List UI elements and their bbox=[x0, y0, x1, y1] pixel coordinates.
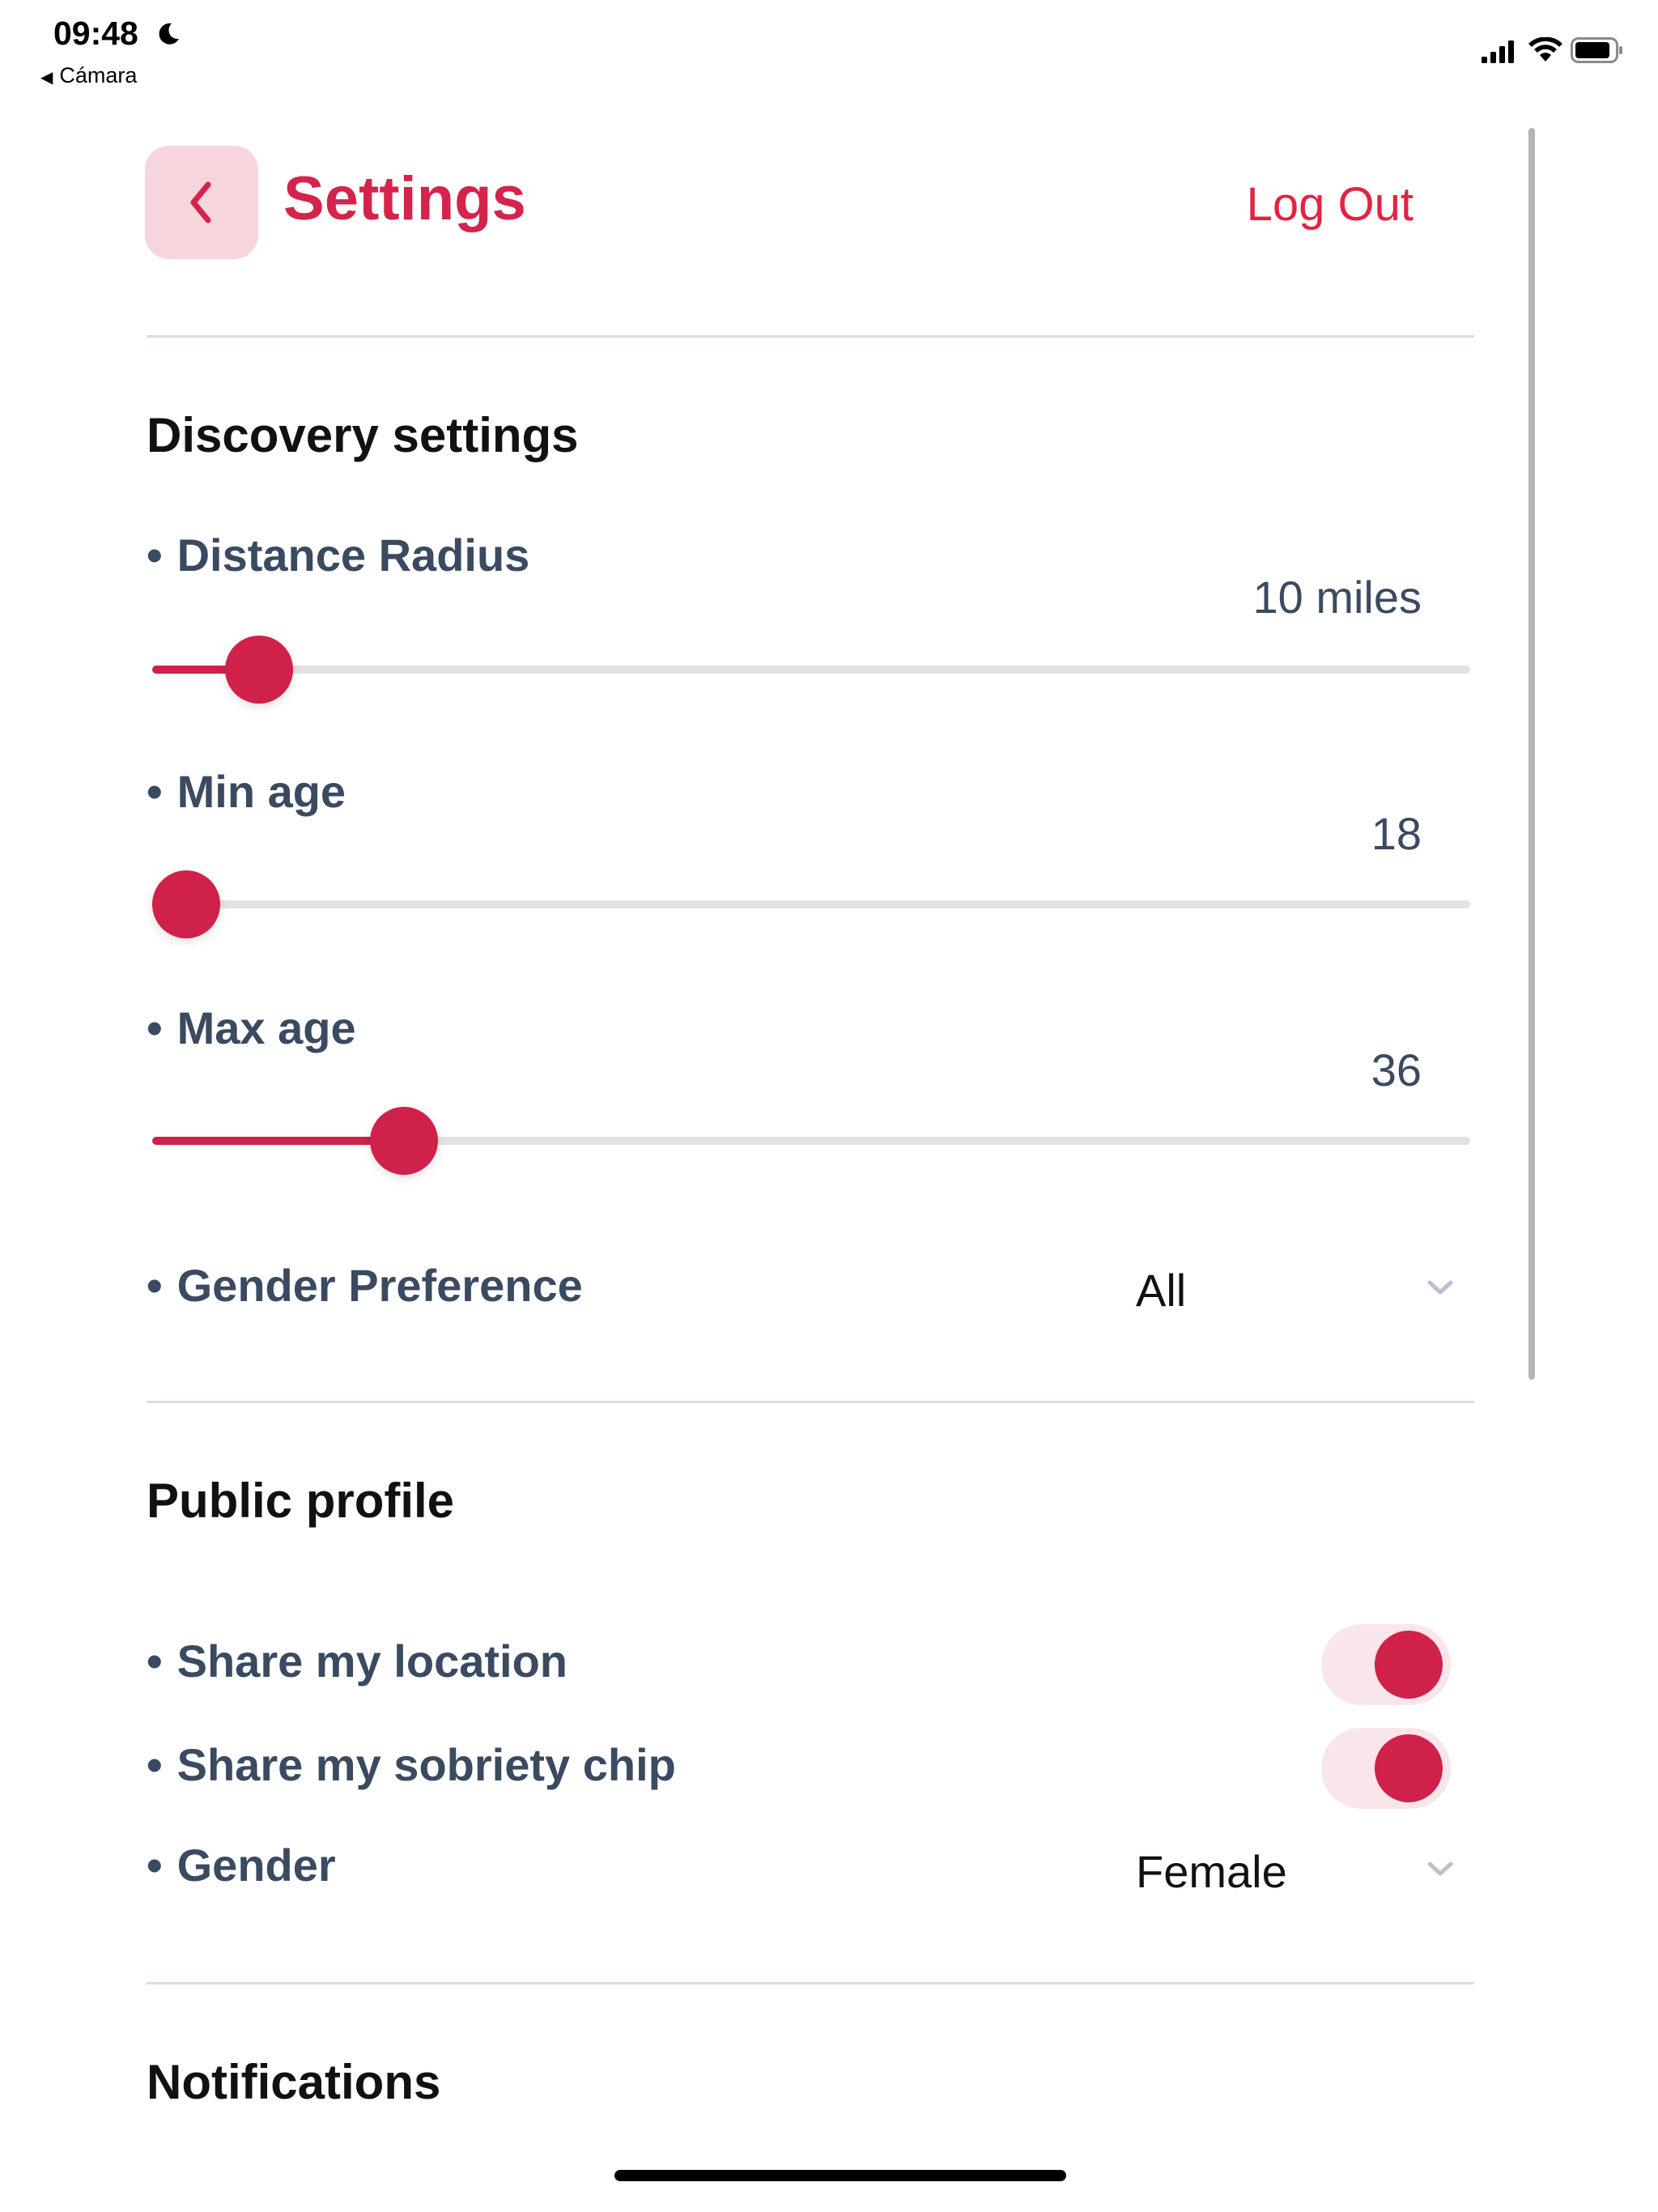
page-title: Settings bbox=[283, 164, 526, 233]
distance-radius-value: 10 miles bbox=[1252, 572, 1422, 623]
gender-preference-select[interactable]: All bbox=[1136, 1268, 1186, 1313]
gender-preference-label: • Gender Preference bbox=[147, 1260, 583, 1311]
min-age-label-text: Min age bbox=[176, 766, 346, 817]
moon-icon bbox=[159, 23, 179, 45]
share-location-toggle[interactable] bbox=[1321, 1624, 1451, 1705]
signal-icon bbox=[1482, 40, 1514, 63]
status-time: 09:48 bbox=[53, 15, 138, 52]
toggle-knob bbox=[1375, 1631, 1443, 1699]
chevron-left-icon bbox=[190, 181, 211, 223]
share-location-label: • Share my location bbox=[147, 1636, 568, 1687]
section-title-public-profile: Public profile bbox=[147, 1474, 455, 1528]
slider-thumb[interactable] bbox=[369, 1107, 438, 1175]
gender-label: • Gender bbox=[147, 1840, 336, 1891]
gender-preference-label-text: Gender Preference bbox=[176, 1260, 583, 1311]
back-triangle-icon: ◀ bbox=[40, 69, 53, 87]
slider-thumb[interactable] bbox=[224, 636, 293, 704]
share-sobriety-chip-label-text: Share my sobriety chip bbox=[176, 1739, 676, 1790]
max-age-slider[interactable] bbox=[152, 1104, 1470, 1177]
battery-icon bbox=[1571, 37, 1622, 63]
distance-radius-label-text: Distance Radius bbox=[176, 530, 530, 581]
max-age-label: • Max age bbox=[147, 1002, 356, 1053]
home-indicator[interactable] bbox=[614, 2170, 1066, 2181]
slider-track bbox=[152, 666, 1470, 674]
section-title-discovery: Discovery settings bbox=[147, 408, 579, 462]
wifi-icon bbox=[1528, 37, 1562, 62]
share-location-label-text: Share my location bbox=[176, 1636, 568, 1687]
back-to-app-link[interactable]: ◀ Cámara bbox=[40, 63, 137, 88]
min-age-slider[interactable] bbox=[152, 868, 1470, 941]
gender-label-text: Gender bbox=[176, 1840, 336, 1891]
logout-button[interactable]: Log Out bbox=[1247, 181, 1414, 228]
divider bbox=[147, 1401, 1474, 1403]
max-age-value: 36 bbox=[1371, 1044, 1422, 1095]
divider bbox=[147, 335, 1474, 338]
chevron-down-icon[interactable] bbox=[1426, 1278, 1454, 1297]
gender-select[interactable]: Female bbox=[1136, 1849, 1287, 1895]
distance-radius-label: • Distance Radius bbox=[147, 530, 530, 581]
slider-track bbox=[152, 900, 1470, 908]
back-button[interactable] bbox=[145, 146, 258, 259]
back-app-label: Cámara bbox=[59, 63, 138, 87]
chevron-down-icon[interactable] bbox=[1426, 1859, 1454, 1878]
min-age-value: 18 bbox=[1371, 808, 1422, 859]
section-title-notifications: Notifications bbox=[147, 2055, 441, 2109]
divider bbox=[147, 1982, 1474, 1984]
max-age-label-text: Max age bbox=[176, 1002, 356, 1053]
share-sobriety-chip-toggle[interactable] bbox=[1321, 1728, 1451, 1809]
slider-fill bbox=[152, 1137, 404, 1145]
toggle-knob bbox=[1375, 1734, 1443, 1802]
distance-radius-slider[interactable] bbox=[152, 633, 1470, 706]
min-age-label: • Min age bbox=[147, 766, 346, 817]
scroll-indicator[interactable] bbox=[1528, 128, 1535, 1380]
share-sobriety-chip-label: • Share my sobriety chip bbox=[147, 1739, 676, 1790]
slider-thumb[interactable] bbox=[152, 870, 220, 938]
